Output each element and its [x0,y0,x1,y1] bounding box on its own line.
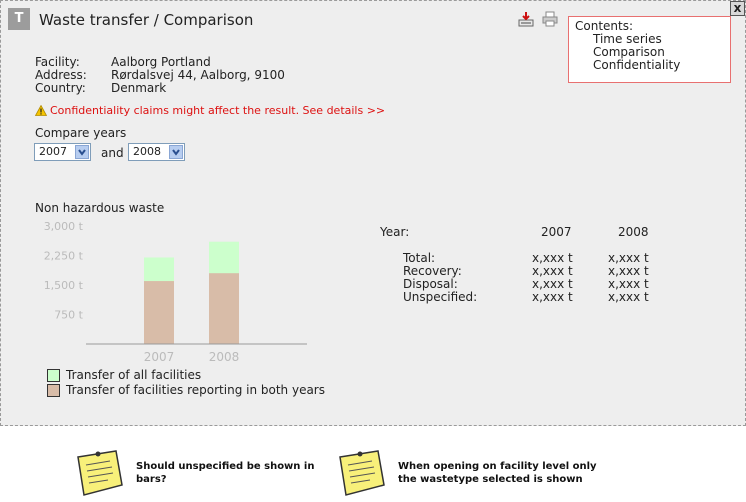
country-value: Denmark [111,81,167,95]
y-tick-label: 1,500 t [44,279,84,292]
compare-years-label: Compare years [35,126,127,140]
bar-both-years [209,273,239,344]
chart-legend: Transfer of all facilities Transfer of f… [47,368,325,398]
note-line: the wastetype selected is shown [398,474,583,485]
facility-info: Facility: Aalborg Portland Address: Rørd… [35,56,285,95]
legend-swatch [47,369,60,382]
year2-select[interactable]: 2008 [128,143,185,161]
page-title: Waste transfer / Comparison [39,11,254,29]
sticky-note-icon [77,450,123,496]
cell-value: x,xxx t [608,251,649,265]
note-line: Should unspecified be shown in [136,461,315,472]
legend-item: Transfer of all facilities [47,368,325,383]
close-button[interactable]: x [730,1,745,16]
print-icon[interactable] [541,11,559,27]
chevron-down-icon [75,145,89,159]
cell-value: x,xxx t [532,251,573,265]
year-header: Year: [380,225,410,239]
row-label-disposal: Disposal: [403,277,458,291]
download-icon[interactable] [517,11,535,27]
year1-value: 2007 [39,145,67,158]
year2-value: 2008 [133,145,161,158]
y-tick-label: 750 t [54,309,83,322]
waste-transfer-panel: T Waste transfer / Comparison Contents: … [0,0,746,426]
cell-value: x,xxx t [608,290,649,304]
x-tick-label: 2007 [144,350,175,364]
cell-value: x,xxx t [608,277,649,291]
legend-item: Transfer of facilities reporting in both… [47,383,325,398]
and-label: and [101,146,124,160]
row-label-unspecified: Unspecified: [403,290,478,304]
chevron-down-icon [169,145,183,159]
panel-type-icon: T [8,8,30,30]
legend-label: Transfer of facilities reporting in both… [66,383,325,397]
country-label: Country: [35,81,86,95]
year1-select[interactable]: 2007 [34,143,91,161]
annotation-note: Should unspecified be shown in bars? [136,460,314,486]
year-column-2008: 2008 [618,225,649,239]
annotation-note: When opening on facility level only the … [398,460,597,486]
legend-label: Transfer of all facilities [66,368,202,382]
note-line: bars? [136,474,167,485]
year-column-2007: 2007 [541,225,572,239]
cell-value: x,xxx t [532,264,573,278]
cell-value: x,xxx t [532,290,573,304]
y-tick-label: 2,250 t [44,250,84,263]
waste-bar-chart: 3,000 t 2,250 t 1,500 t 750 t 2007 2008 [44,220,307,364]
note-line: When opening on facility level only [398,461,597,472]
row-label-recovery: Recovery: [403,264,462,278]
legend-swatch [47,384,60,397]
country-row: Country: Denmark [35,82,285,95]
x-tick-label: 2008 [209,350,240,364]
row-label-total: Total: [403,251,436,265]
contents-box: Contents: Time series Comparison Confide… [568,16,731,83]
warning-text: Confidentiality claims might affect the … [50,104,386,117]
bar-both-years [144,281,174,344]
confidentiality-warning[interactable]: Confidentiality claims might affect the … [35,104,385,117]
chart-title: Non hazardous waste [35,201,165,215]
cell-value: x,xxx t [532,277,573,291]
contents-link-confidentiality[interactable]: Confidentiality [575,59,730,72]
warning-icon [35,105,47,116]
y-tick-label: 3,000 t [44,220,84,233]
sticky-note-icon [339,450,385,496]
cell-value: x,xxx t [608,264,649,278]
